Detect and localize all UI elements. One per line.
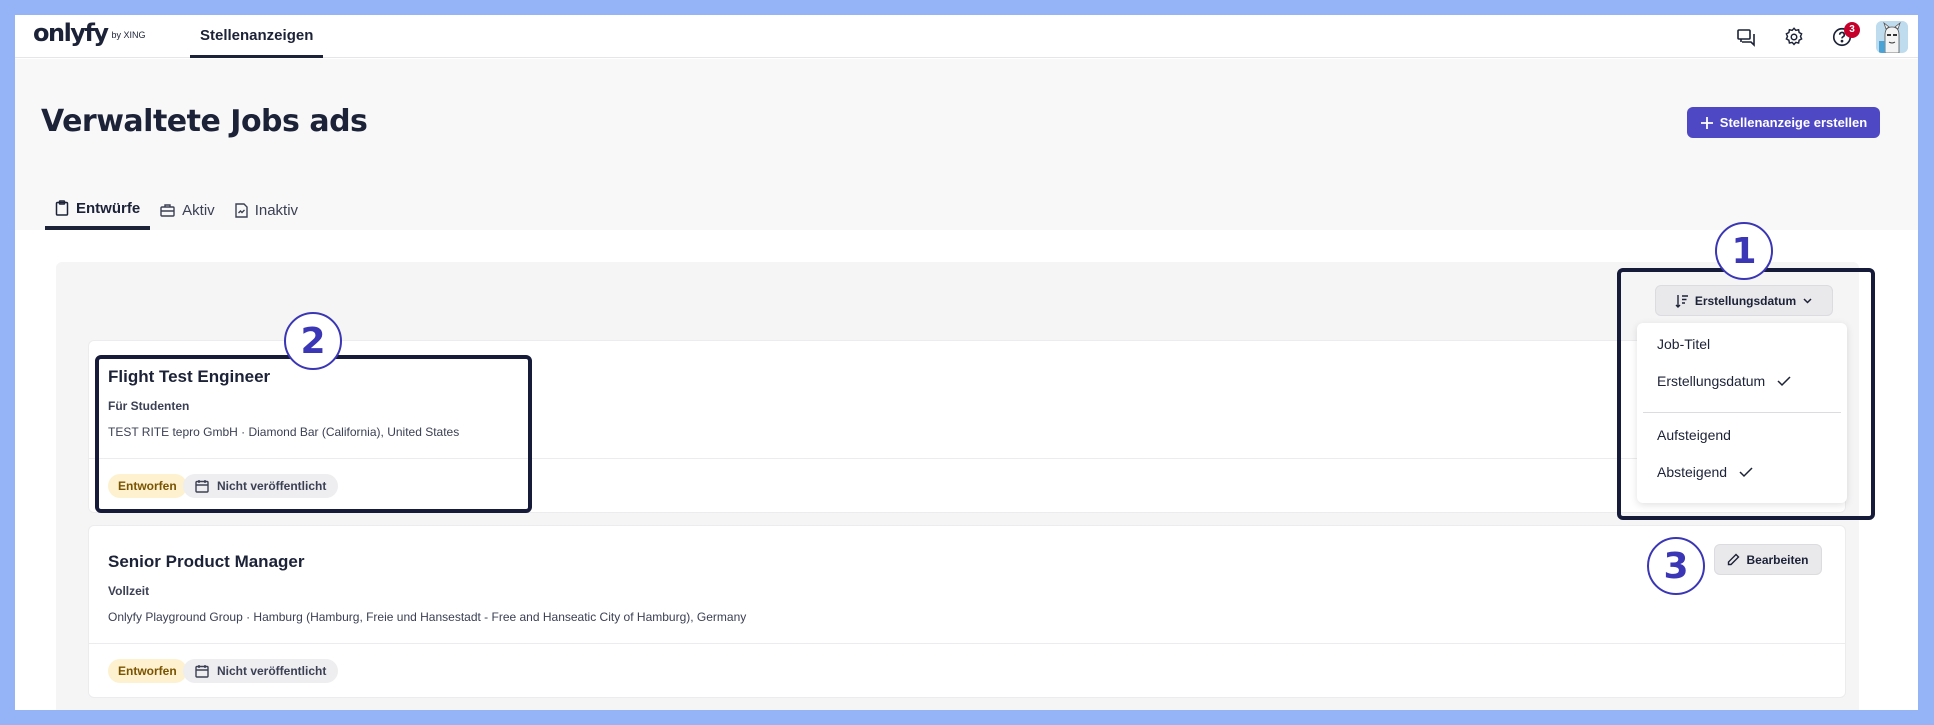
plus-icon xyxy=(1700,116,1713,129)
create-job-ad-button[interactable]: Stellenanzeige erstellen xyxy=(1687,107,1880,138)
gear-icon[interactable] xyxy=(1780,23,1808,51)
help-icon[interactable]: 3 xyxy=(1828,21,1860,51)
card-divider xyxy=(89,643,1845,644)
status-badge: Entworfen xyxy=(108,659,187,683)
tab-inaktiv-label: Inaktiv xyxy=(254,201,299,219)
logo-by-xing: by XING xyxy=(111,30,146,40)
briefcase-icon xyxy=(160,204,175,217)
job-card[interactable]: Senior Product Manager Vollzeit Onlyfy P… xyxy=(88,525,1846,698)
nav-icon-group: 3 xyxy=(1732,15,1908,58)
annotation-marker-3: 3 xyxy=(1647,537,1705,595)
tab-aktiv-label: Aktiv xyxy=(182,201,215,219)
clipboard-icon xyxy=(55,200,69,216)
annotation-marker-2: 2 xyxy=(284,312,342,370)
annotation-box-job-card xyxy=(95,355,532,513)
logo[interactable]: onlyfy by XING xyxy=(33,19,146,47)
app-window: onlyfy by XING Stellenanzeigen 3 Verwalt… xyxy=(15,15,1918,710)
calendar-icon xyxy=(195,665,209,678)
notification-badge: 3 xyxy=(1844,21,1860,38)
page-header: Verwaltete Jobs ads Stellenanzeige erste… xyxy=(15,59,1918,230)
publish-state-badge: Nicht veröffentlicht xyxy=(183,659,339,683)
nav-tab-stellenanzeigen[interactable]: Stellenanzeigen xyxy=(190,15,324,58)
edit-button[interactable]: Bearbeiten xyxy=(1714,544,1822,575)
document-chart-icon xyxy=(234,202,248,218)
tab-entwuerfe-label: Entwürfe xyxy=(76,199,141,217)
top-navigation: onlyfy by XING Stellenanzeigen 3 xyxy=(15,15,1918,58)
job-type: Vollzeit xyxy=(108,584,150,598)
tab-entwuerfe[interactable]: Entwürfe xyxy=(45,190,151,230)
page-title: Verwaltete Jobs ads xyxy=(41,104,368,139)
create-job-ad-label: Stellenanzeige erstellen xyxy=(1719,115,1868,130)
job-location: Onlyfy Playground Group · Hamburg (Hambu… xyxy=(108,610,747,624)
logo-text: onlyfy xyxy=(33,19,109,47)
tab-bar: Entwürfe Aktiv Inaktiv xyxy=(45,190,308,230)
job-title[interactable]: Senior Product Manager xyxy=(108,552,304,572)
annotation-marker-1: 1 xyxy=(1715,222,1773,280)
tab-aktiv[interactable]: Aktiv xyxy=(150,190,225,230)
tab-inaktiv[interactable]: Inaktiv xyxy=(225,190,308,230)
pencil-icon xyxy=(1728,553,1740,566)
annotation-box-sort xyxy=(1617,268,1875,520)
avatar[interactable] xyxy=(1876,20,1908,53)
edit-button-label: Bearbeiten xyxy=(1746,552,1809,567)
messages-icon[interactable] xyxy=(1732,23,1760,51)
publish-state-label: Nicht veröffentlicht xyxy=(217,664,327,678)
